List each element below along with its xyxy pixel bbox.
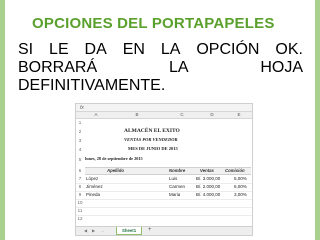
table-cell[interactable]: B/. 4.000,00 bbox=[196, 192, 220, 197]
slide: OPCIONES DEL PORTAPAPELES SI LE DA EN LA… bbox=[0, 0, 320, 240]
header-cell-apellido[interactable]: Apellido bbox=[107, 168, 124, 173]
column-headers: A B C D E bbox=[76, 112, 252, 119]
body-word: SI bbox=[18, 41, 34, 58]
add-sheet-button[interactable]: + bbox=[148, 227, 152, 234]
company-name-cell[interactable]: ALMACÉN EL EXITO bbox=[124, 128, 180, 134]
slide-right-border bbox=[315, 0, 320, 240]
table-cell[interactable]: Maria bbox=[169, 192, 180, 197]
body-word: EN bbox=[122, 41, 145, 58]
row-header[interactable]: 12 bbox=[76, 216, 84, 221]
body-word: OPCIÓN bbox=[196, 41, 260, 58]
table-header-row: Apellido Nombre Ventas Comisión bbox=[85, 167, 251, 175]
table-cell[interactable]: B/. 2.000,00 bbox=[196, 184, 220, 189]
row-divider bbox=[76, 207, 252, 208]
row-header[interactable]: 10 bbox=[76, 200, 84, 205]
table-cell[interactable]: López bbox=[86, 176, 98, 181]
sheet-toolbar: fx bbox=[76, 104, 252, 112]
spreadsheet-screenshot: fx A B C D E 1 2 3 4 5 6 7 8 9 10 11 12 … bbox=[75, 103, 253, 236]
row-header[interactable]: 1 bbox=[76, 120, 84, 125]
table-cell[interactable]: Jiménez bbox=[86, 184, 103, 189]
slide-body-text: SI LE DA EN LA OPCIÓN OK. BORRARÁ LA HOJ… bbox=[18, 41, 303, 95]
slide-left-border bbox=[0, 0, 5, 240]
body-word: OK. bbox=[275, 41, 303, 58]
table-cell[interactable]: B/. 3.000,00 bbox=[196, 176, 220, 181]
header-cell-nombre[interactable]: Nombre bbox=[169, 168, 185, 173]
body-line-3: DEFINITIVAMENTE. bbox=[18, 77, 303, 95]
row-header[interactable]: 8 bbox=[76, 184, 84, 189]
column-header[interactable]: B bbox=[107, 112, 167, 118]
report-title-cell[interactable]: VENTAS POR VENDEDOR bbox=[124, 137, 178, 142]
row-header[interactable]: 11 bbox=[76, 208, 84, 213]
body-word: LE bbox=[49, 41, 69, 58]
sheet-tab-bar: ◀ ▶ ... Sheet1 + bbox=[76, 226, 252, 235]
body-line-1: SI LE DA EN LA OPCIÓN OK. bbox=[18, 41, 303, 59]
more-sheets-button[interactable]: ... bbox=[101, 228, 104, 233]
body-word: LA bbox=[168, 59, 189, 76]
body-word: DEFINITIVAMENTE. bbox=[18, 77, 166, 94]
body-line-2: BORRARÁ LA HOJA bbox=[18, 59, 303, 77]
table-cell[interactable]: Pineda bbox=[86, 192, 100, 197]
sheet-tab[interactable]: Sheet1 bbox=[116, 227, 143, 235]
body-word: HOJA bbox=[260, 59, 303, 76]
row-header[interactable]: 3 bbox=[76, 138, 84, 143]
slide-title: OPCIONES DEL PORTAPAPELES bbox=[32, 15, 275, 32]
row-header[interactable]: 2 bbox=[76, 129, 84, 134]
column-header[interactable]: A bbox=[85, 112, 107, 118]
row-header[interactable]: 7 bbox=[76, 176, 84, 181]
table-cell[interactable]: Carmen bbox=[169, 184, 185, 189]
header-cell-comision[interactable]: Comisión bbox=[225, 168, 245, 173]
next-sheet-button[interactable]: ▶ bbox=[92, 228, 95, 233]
row-divider bbox=[76, 199, 252, 200]
body-word: DA bbox=[84, 41, 107, 58]
row-divider bbox=[76, 191, 252, 192]
row-header[interactable]: 4 bbox=[76, 147, 84, 152]
column-header[interactable]: C bbox=[167, 112, 197, 118]
row-header[interactable]: 6 bbox=[76, 168, 84, 173]
body-word: LA bbox=[160, 41, 181, 58]
table-cell[interactable]: 6,00% bbox=[234, 184, 247, 189]
body-word: BORRARÁ bbox=[18, 59, 98, 76]
row-divider bbox=[76, 215, 252, 216]
column-header[interactable]: D bbox=[197, 112, 227, 118]
row-header[interactable]: 9 bbox=[76, 192, 84, 197]
table-cell[interactable]: 5,00% bbox=[234, 176, 247, 181]
table-cell[interactable]: 3,00% bbox=[234, 192, 247, 197]
period-cell[interactable]: MES DE JUNIO DE 2015 bbox=[128, 146, 178, 151]
formula-icon[interactable]: fx bbox=[80, 105, 84, 111]
column-header[interactable]: E bbox=[227, 112, 251, 118]
date-cell[interactable]: lunes, 28 de septiembre de 2015 bbox=[85, 156, 143, 161]
prev-sheet-button[interactable]: ◀ bbox=[84, 228, 87, 233]
table-cell[interactable]: Luis bbox=[169, 176, 177, 181]
header-cell-ventas[interactable]: Ventas bbox=[200, 168, 214, 173]
row-header[interactable]: 5 bbox=[76, 157, 84, 162]
